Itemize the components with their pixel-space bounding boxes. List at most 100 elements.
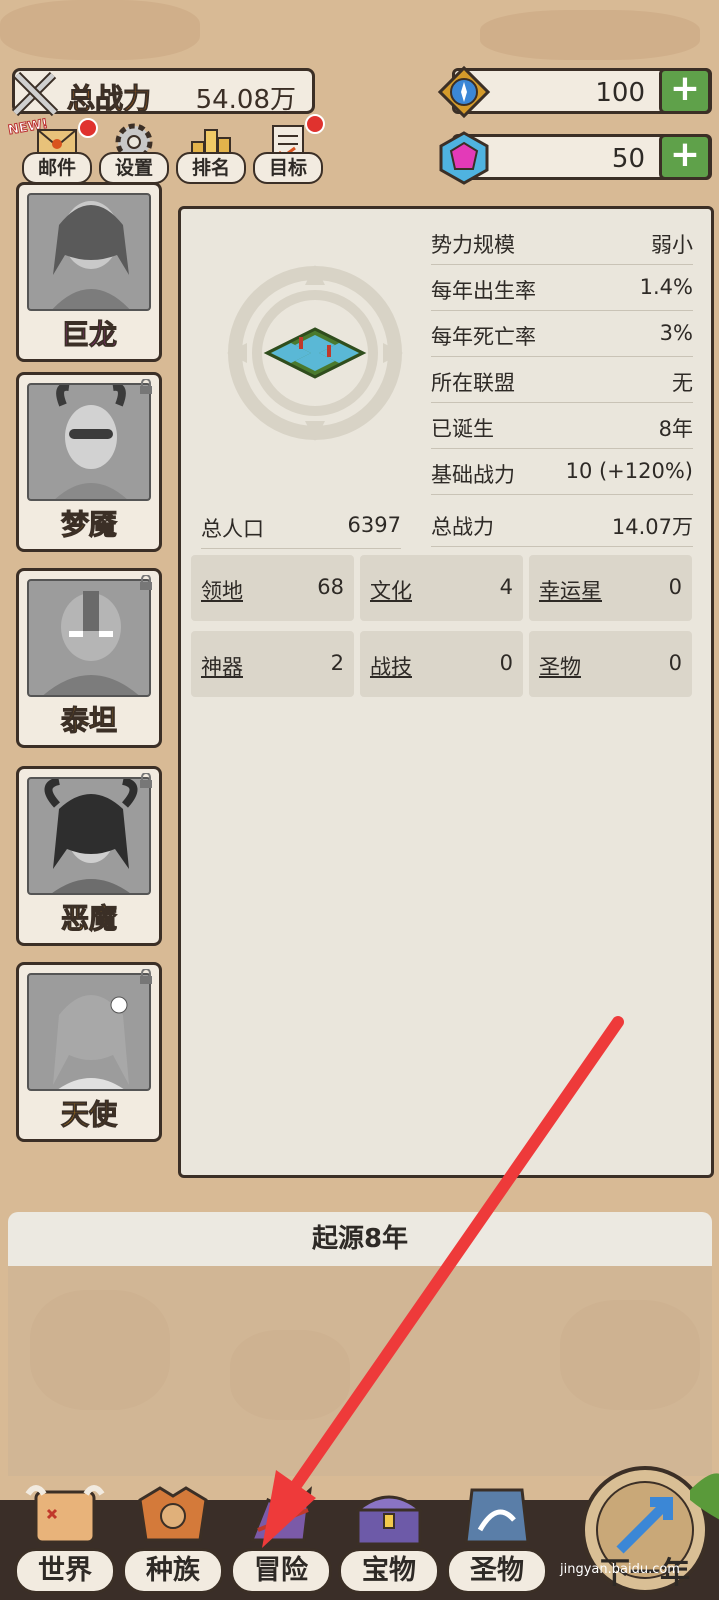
era-banner: 起源8年 [8,1212,712,1266]
ranking-label: 排名 [176,152,246,184]
nav-world-button[interactable]: 世界 [10,1480,120,1598]
stat-row-scale: 势力规模 弱小 [431,219,693,265]
nav-relic-button[interactable]: 圣物 [442,1480,552,1598]
era-title: 起源8年 [311,1224,409,1254]
mail-button[interactable]: 邮件 [22,118,98,188]
adventure-icon [249,1486,312,1542]
ranking-button[interactable]: 排名 [176,122,246,188]
nav-race-button[interactable]: 种族 [118,1480,228,1598]
cell-label[interactable]: 圣物 [539,651,581,681]
race-card-dragon[interactable]: 巨龙 [16,182,162,362]
cell-label[interactable]: 幸运星 [539,575,602,605]
race-name: 天使 [60,1098,117,1132]
gems-value: 100 [595,78,645,108]
compass-gem-icon [437,65,491,119]
lucky-star-cell[interactable]: 幸运星 0 [529,555,692,621]
crystals-bar: 50 + [439,131,712,185]
add-crystals-button[interactable]: + [659,134,711,180]
race-portrait [27,973,151,1091]
goals-button[interactable]: 目标 [253,114,325,188]
race-portrait [27,777,151,895]
lock-icon [140,379,152,394]
culture-cell[interactable]: 文化 4 [360,555,523,621]
relic-cell[interactable]: 圣物 0 [529,631,692,697]
cell-value: 0 [499,651,513,675]
watermark: jingyan.baidu.com [560,1562,680,1577]
cell-label[interactable]: 领地 [201,575,243,605]
lock-icon [140,575,152,590]
stat-label: 每年出生率 [431,279,536,303]
nav-label: 圣物 [446,1548,548,1594]
treasure-chest-icon [353,1495,425,1546]
total-power-bar: 总战力 54.08万 [11,68,315,117]
nav-label: 种族 [122,1548,224,1594]
territory-cell[interactable]: 领地 68 [191,555,354,621]
crossed-swords-icon [11,71,59,117]
cell-label[interactable]: 文化 [370,575,412,605]
stat-value: 弱小 [651,233,693,257]
stat-row-death-rate: 每年死亡率 3% [431,311,693,357]
artifact-cell[interactable]: 神器 2 [191,631,354,697]
stat-row-population: 总人口 6397 [201,505,401,549]
stat-value: 14.07万 [611,515,693,539]
add-gems-button[interactable]: + [659,68,711,114]
stat-label: 总战力 [431,515,494,539]
race-card-angel[interactable]: 天使 [16,962,162,1142]
stat-label: 势力规模 [431,233,515,257]
goals-label: 目标 [253,152,323,184]
total-power-value: 54.08万 [195,85,296,115]
race-name: 巨龙 [60,318,117,352]
relic-icon [464,1488,530,1544]
next-year-button[interactable]: 下一年 [570,1460,719,1600]
cell-value: 0 [668,575,682,599]
tribe-icon [138,1486,208,1542]
cell-value: 2 [330,651,344,675]
stat-value: 无 [672,371,693,395]
combat-skill-cell[interactable]: 战技 0 [360,631,523,697]
cell-label[interactable]: 战技 [370,651,412,681]
stat-label: 总人口 [201,517,264,541]
stat-value: 8年 [658,417,693,441]
lock-icon [140,773,152,788]
stat-label: 已诞生 [431,417,494,441]
race-card-demon[interactable]: 恶魔 [16,766,162,946]
background-shape [0,0,200,60]
nav-label: 世界 [14,1548,116,1594]
crystals-value: 50 [611,144,645,174]
nav-label: 宝物 [338,1548,440,1594]
stat-value: 6397 [347,513,401,537]
stat-label: 基础战力 [431,463,515,487]
stat-value: 3% [659,321,693,345]
nav-label: 冒险 [230,1548,332,1594]
stat-label: 每年死亡率 [431,325,536,349]
pink-crystal-icon [439,131,489,185]
race-name: 梦魇 [60,508,117,542]
cell-value: 0 [668,651,682,675]
nav-adventure-button[interactable]: 冒险 [226,1480,336,1598]
cell-value: 4 [499,575,513,599]
race-name: 恶魔 [60,902,117,936]
gems-bar: 100 + [437,65,712,119]
era-log-area [8,1266,712,1476]
stat-row-birth-rate: 每年出生率 1.4% [431,265,693,311]
stat-row-base-power: 基础战力 10 (+120%) [431,449,693,495]
lock-icon [140,969,152,984]
cell-label[interactable]: 神器 [201,651,243,681]
stat-row-alliance: 所在联盟 无 [431,357,693,403]
stat-row-total-power: 总战力 14.07万 [431,501,693,547]
stat-row-age: 已诞生 8年 [431,403,693,449]
race-card-titan[interactable]: 泰坦 [16,568,162,748]
background-shape [480,10,700,60]
total-power-label: 总战力 [66,82,152,116]
cell-value: 68 [317,575,344,599]
race-name: 泰坦 [60,704,117,738]
settings-button[interactable]: 设置 [99,122,169,188]
race-portrait [27,193,151,311]
world-map-icon [25,1485,105,1544]
race-card-nightmare[interactable]: 梦魇 [16,372,162,552]
territory-emblem-icon [227,265,403,441]
nav-treasure-button[interactable]: 宝物 [334,1480,444,1598]
mail-notification-dot [78,118,98,138]
goals-notification-dot [305,114,325,134]
stat-value: 10 (+120%) [565,459,693,483]
